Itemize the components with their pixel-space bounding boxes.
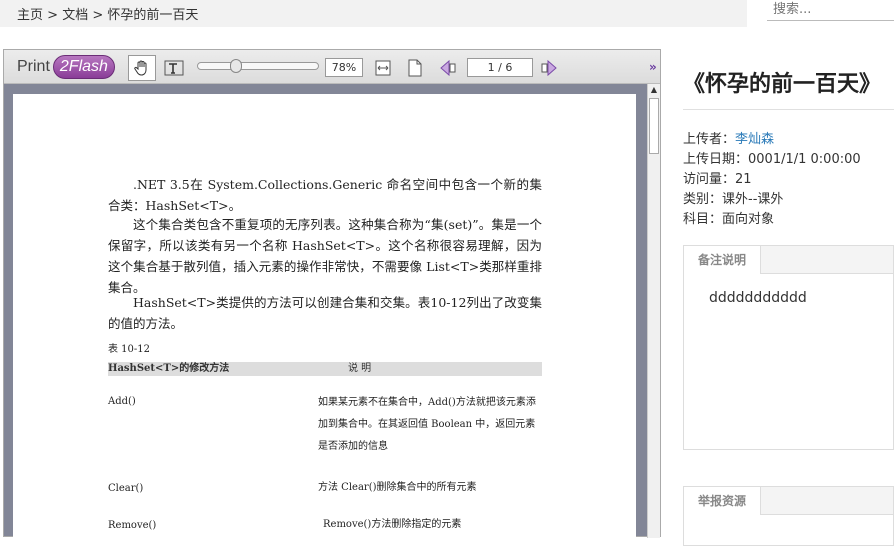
text-select-button[interactable]	[160, 55, 188, 81]
views-line: 访问量：21	[683, 168, 752, 187]
hand-tool-button[interactable]	[128, 55, 156, 81]
zoom-field[interactable]: 78%	[325, 58, 363, 77]
report-panel: 举报资源	[683, 486, 894, 546]
table-header: HashSet<T>的修改方法 说 明	[108, 362, 542, 376]
more-tools-button[interactable]: »	[649, 60, 657, 74]
notes-content: ddddddddddd	[709, 290, 807, 306]
top-bar: 主页 > 文档 > 怀孕的前一百天	[0, 0, 747, 27]
breadcrumb-current: 怀孕的前一百天	[107, 8, 199, 23]
views-label: 访问量：	[683, 172, 736, 187]
text-select-icon	[164, 60, 184, 76]
hand-tool-icon	[134, 60, 147, 76]
table-header-method: HashSet<T>的修改方法	[108, 363, 230, 374]
category-value: 课外--课外	[722, 192, 784, 207]
views-value: 21	[735, 172, 752, 187]
fit-width-button[interactable]	[369, 55, 397, 81]
prev-page-button[interactable]	[434, 55, 462, 81]
search-input[interactable]	[767, 0, 894, 21]
category-label: 类别：	[683, 192, 723, 207]
logo-print-text: Print	[17, 58, 50, 75]
report-tab[interactable]: 举报资源	[684, 487, 762, 515]
breadcrumb-separator: >	[88, 8, 108, 23]
upload-date-label: 上传日期：	[683, 152, 749, 167]
document-viewer: Print 2Flash 78% 1 / 6 » .NET 3.5在 Syste…	[3, 49, 661, 538]
next-page-icon	[541, 59, 557, 77]
vertical-scrollbar[interactable]: ▲	[647, 84, 660, 538]
scroll-thumb[interactable]	[649, 98, 659, 154]
zoom-slider-knob[interactable]	[230, 59, 243, 73]
divider	[683, 109, 894, 110]
print2flash-logo: Print 2Flash	[17, 55, 115, 79]
table-cell-method: Add()	[108, 396, 136, 407]
category-line: 类别：课外--课外	[683, 188, 783, 207]
doc-paragraph-1: .NET 3.5在 System.Collections.Generic 命名空…	[108, 177, 542, 213]
fit-width-icon	[375, 60, 391, 76]
document-page[interactable]: .NET 3.5在 System.Collections.Generic 命名空…	[13, 94, 636, 538]
doc-paragraph-2: 这个集合类包含不重复项的无序列表。这种集合称为“集(set)”。集是一个保留字，…	[108, 217, 542, 295]
document-title: 《怀孕的前一百天》	[683, 72, 882, 97]
next-page-button[interactable]	[535, 55, 563, 81]
fit-page-icon	[408, 59, 422, 77]
zoom-slider[interactable]	[197, 59, 319, 73]
table-cell-desc: Remove()方法删除指定的元素	[323, 519, 462, 530]
page-number-field[interactable]: 1 / 6	[467, 58, 533, 77]
breadcrumb-separator: >	[43, 8, 63, 23]
scroll-up-arrow-icon[interactable]: ▲	[648, 84, 660, 96]
breadcrumb: 主页 > 文档 > 怀孕的前一百天	[17, 4, 198, 23]
subject-label: 科目：	[683, 212, 723, 227]
table-cell-desc: 如果某元素不在集合中，Add()方法就把该元素添加到集合中。在其返回值 Bool…	[318, 397, 536, 452]
breadcrumb-docs[interactable]: 文档	[62, 8, 88, 23]
notes-tab[interactable]: 备注说明	[684, 246, 762, 274]
viewer-toolbar: Print 2Flash 78% 1 / 6 »	[4, 50, 660, 84]
notes-panel: 备注说明 ddddddddddd	[683, 245, 894, 450]
table-caption: 表 10-12	[108, 344, 151, 355]
table-cell-method: Remove()	[108, 520, 157, 531]
subject-line: 科目：面向对象	[683, 208, 774, 227]
breadcrumb-home[interactable]: 主页	[17, 8, 43, 23]
logo-badge: 2Flash	[52, 55, 115, 79]
subject-value: 面向对象	[722, 212, 775, 227]
upload-date-line: 上传日期：0001/1/1 0:00:00	[683, 148, 861, 167]
report-panel-header: 举报资源	[684, 487, 893, 515]
table-cell-method: Clear()	[108, 483, 144, 494]
prev-page-icon	[440, 59, 456, 77]
upload-date-value: 0001/1/1 0:00:00	[748, 152, 861, 167]
table-header-desc: 说 明	[348, 363, 372, 374]
doc-paragraph-3: HashSet<T>类提供的方法可以创建合集和交集。表10-12列出了改变集的值…	[108, 295, 542, 331]
uploader-link[interactable]: 李灿森	[735, 132, 774, 147]
fit-page-button[interactable]	[401, 55, 429, 81]
table-cell-desc: 方法 Clear()删除集合中的所有元素	[318, 482, 477, 493]
uploader-line: 上传者：李灿森	[683, 128, 774, 147]
notes-panel-header: 备注说明	[684, 246, 893, 274]
uploader-label: 上传者：	[683, 132, 736, 147]
